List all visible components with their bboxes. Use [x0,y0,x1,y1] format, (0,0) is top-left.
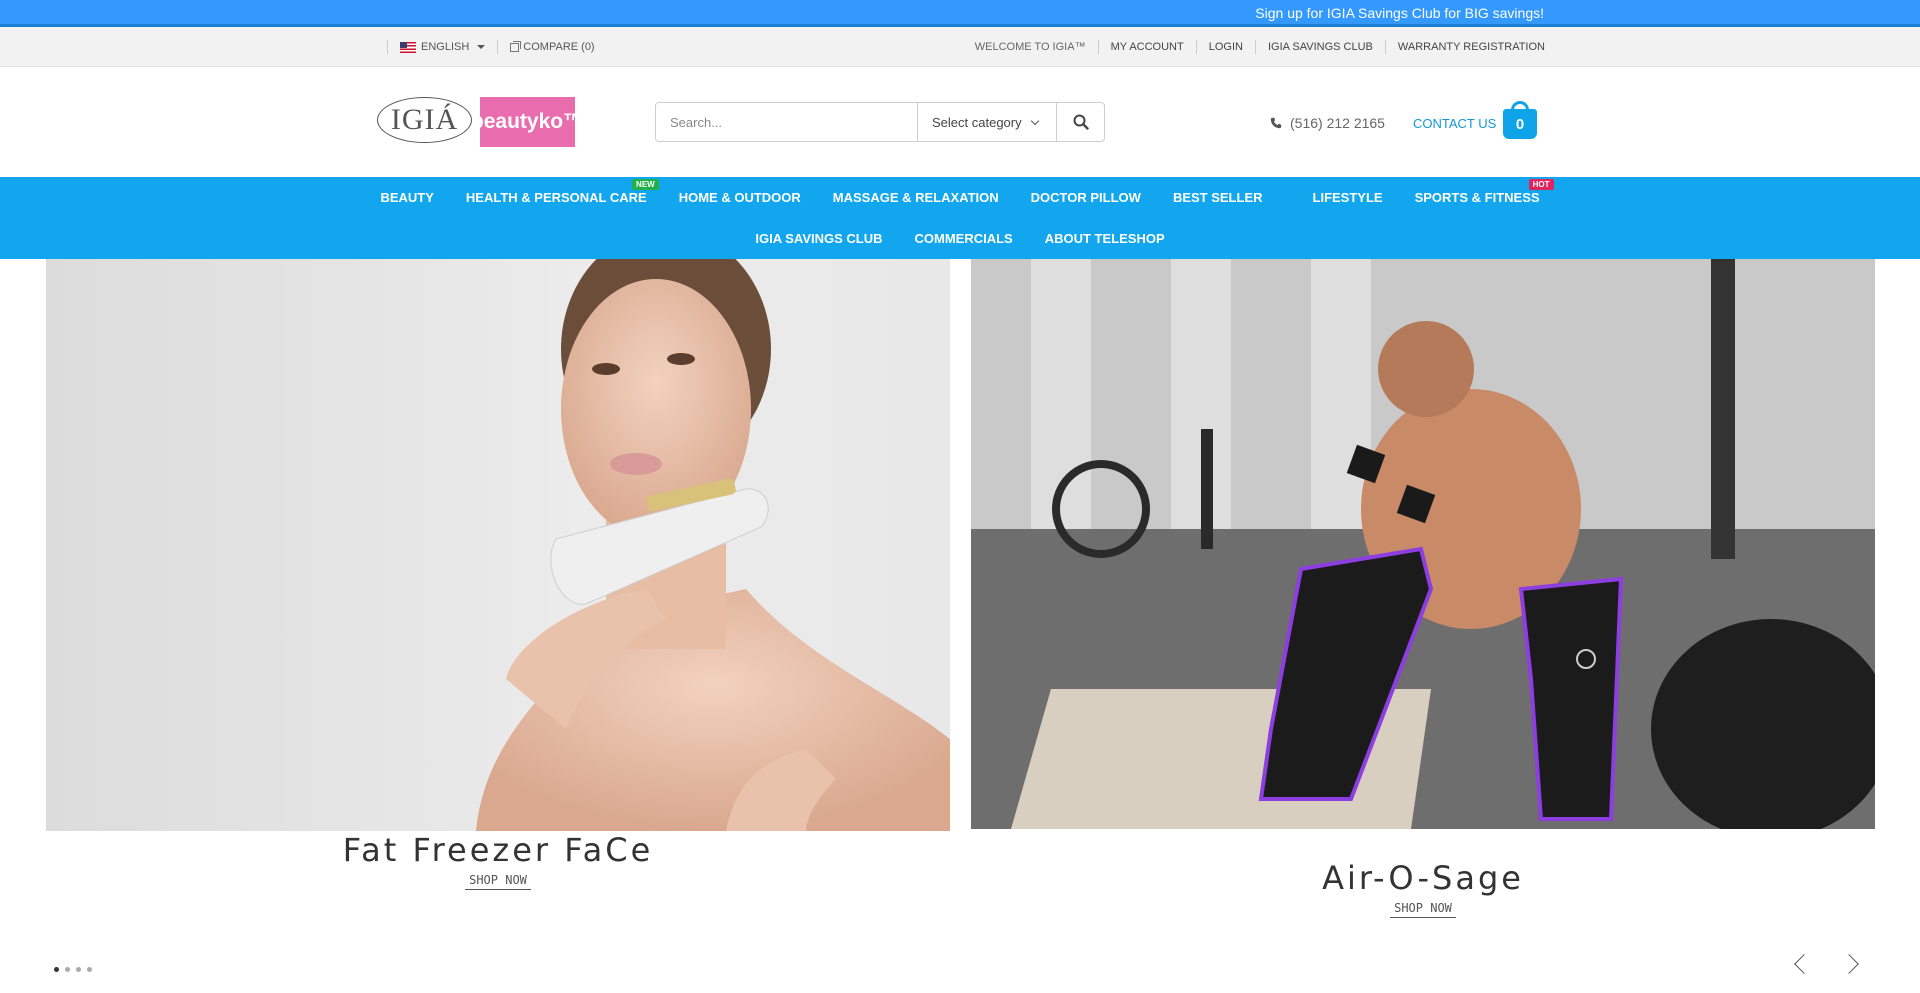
nav-label: HEALTH & PERSONAL CARE [465,190,647,205]
nav-label: COMMERCIALS [914,231,1013,246]
search-bar: Select category [655,102,1105,142]
divider [387,40,388,54]
nav-item-beauty[interactable]: BEAUTY [364,177,449,218]
slide-title: Fat Freezer FaCe [342,831,654,869]
nav-item-doctor-pillow[interactable]: DOCTOR PILLOW [1015,177,1157,218]
language-selector[interactable]: ENGLISH [400,41,486,53]
nav-item-home-outdoor[interactable]: HOME & OUTDOOR [663,177,817,218]
nav-item-about-teleshop[interactable]: ABOUT TELESHOP [1029,218,1181,259]
divider [1195,40,1197,54]
top-bar: ENGLISH COMPARE (0) WELCOME TO IGIA™ MY … [0,27,1920,67]
divider [1384,40,1386,54]
fat-freezer-product-image[interactable] [46,259,950,831]
phone-number-text: (516) 212 2165 [1290,115,1385,131]
nav-label: HOME & OUTDOOR [678,190,801,205]
warranty-registration-link[interactable]: WARRANTY REGISTRATION [1398,41,1545,53]
category-select-label: Select category [932,114,1022,130]
caret-down-icon [477,45,486,49]
search-input[interactable] [656,103,918,141]
slide-title: Air-O-Sage [1322,859,1524,897]
nav-label: MASSAGE & RELAXATION [832,190,999,205]
igia-logo[interactable]: IGIÁ [377,97,472,143]
phone-number[interactable]: (516) 212 2165 [1270,115,1385,131]
new-badge: NEW [632,179,659,190]
beautyko-logo[interactable]: beautyko™ [471,97,584,147]
top-bar-right: WELCOME TO IGIA™ MY ACCOUNT LOGIN IGIA S… [975,27,1545,67]
chevron-down-icon [1030,116,1039,125]
divider [497,40,499,54]
search-icon [1073,114,1089,130]
divider [1097,40,1099,54]
site-header: IGIÁ beautyko™ Select category (516) 212… [0,67,1920,177]
nav-row-primary: BEAUTY HEALTH & PERSONAL CARE NEW HOME & … [0,177,1920,218]
carousel-dot[interactable] [87,967,92,972]
carousel-dot[interactable] [76,967,81,972]
category-select[interactable]: Select category [918,103,1057,141]
shop-now-button[interactable]: SHOP NOW [1390,901,1456,918]
contact-us-link[interactable]: CONTACT US [1413,116,1496,131]
carousel-slide: Air-O-Sage SHOP NOW [971,259,1875,918]
carousel-slide: Fat Freezer FaCe SHOP NOW [46,259,950,890]
nav-item-massage-relaxation[interactable]: MASSAGE & RELAXATION [817,177,1015,218]
nav-item-best-seller[interactable]: BEST SELLER [1157,177,1297,218]
air-o-sage-product-image[interactable] [971,259,1875,829]
woman-with-device-image [476,259,950,831]
chevron-left-icon[interactable] [1794,954,1814,974]
carousel-dot[interactable] [65,967,70,972]
nav-item-commercials[interactable]: COMMERCIALS [899,218,1029,259]
nav-label: ABOUT TELESHOP [1044,231,1165,246]
nav-label: LIFESTYLE [1312,190,1383,205]
product-carousel: Fat Freezer FaCe SHOP NOW Air-O-Sage SHO… [0,259,1920,993]
hot-badge: HOT [1528,179,1554,190]
divider [1254,40,1256,54]
search-button[interactable] [1057,103,1104,141]
login-link[interactable]: LOGIN [1209,41,1243,53]
promo-text[interactable]: Sign up for IGIA Savings Club for BIG sa… [1255,5,1544,21]
main-nav: BEAUTY HEALTH & PERSONAL CARE NEW HOME & … [0,177,1920,259]
nav-label: DOCTOR PILLOW [1030,190,1141,205]
nav-label: SPORTS & FITNESS [1414,190,1540,205]
man-with-compression-boots-image [971,259,1875,829]
us-flag-icon [400,41,416,53]
language-label: ENGLISH [421,41,470,53]
cart-button[interactable]: 0 [1503,101,1537,141]
compare-link[interactable]: COMPARE (0) [510,40,595,53]
promo-bar: Sign up for IGIA Savings Club for BIG sa… [0,0,1920,27]
nav-item-health-personal-care[interactable]: HEALTH & PERSONAL CARE NEW [450,177,663,218]
nav-label: BEST SELLER [1172,190,1263,205]
nav-label: BEAUTY [380,190,434,205]
shop-now-button[interactable]: SHOP NOW [465,873,531,890]
my-account-link[interactable]: MY ACCOUNT [1111,41,1184,53]
phone-icon [1270,117,1282,129]
nav-item-lifestyle[interactable]: LIFESTYLE [1297,177,1399,218]
nav-row-secondary: IGIA SAVINGS CLUB COMMERCIALS ABOUT TELE… [0,218,1920,259]
chevron-right-icon[interactable] [1839,954,1859,974]
nav-item-igia-savings-club[interactable]: IGIA SAVINGS CLUB [739,218,898,259]
top-bar-left: ENGLISH COMPARE (0) [375,27,595,67]
compare-label: COMPARE (0) [523,41,595,53]
welcome-text: WELCOME TO IGIA™ [974,41,1086,53]
carousel-dots [54,967,92,972]
nav-item-sports-fitness[interactable]: SPORTS & FITNESS HOT [1399,177,1556,218]
nav-label: IGIA SAVINGS CLUB [755,231,883,246]
compare-icon [510,40,522,52]
carousel-dot[interactable] [54,967,59,972]
savings-club-link[interactable]: IGIA SAVINGS CLUB [1268,41,1373,53]
cart-count: 0 [1503,109,1537,139]
